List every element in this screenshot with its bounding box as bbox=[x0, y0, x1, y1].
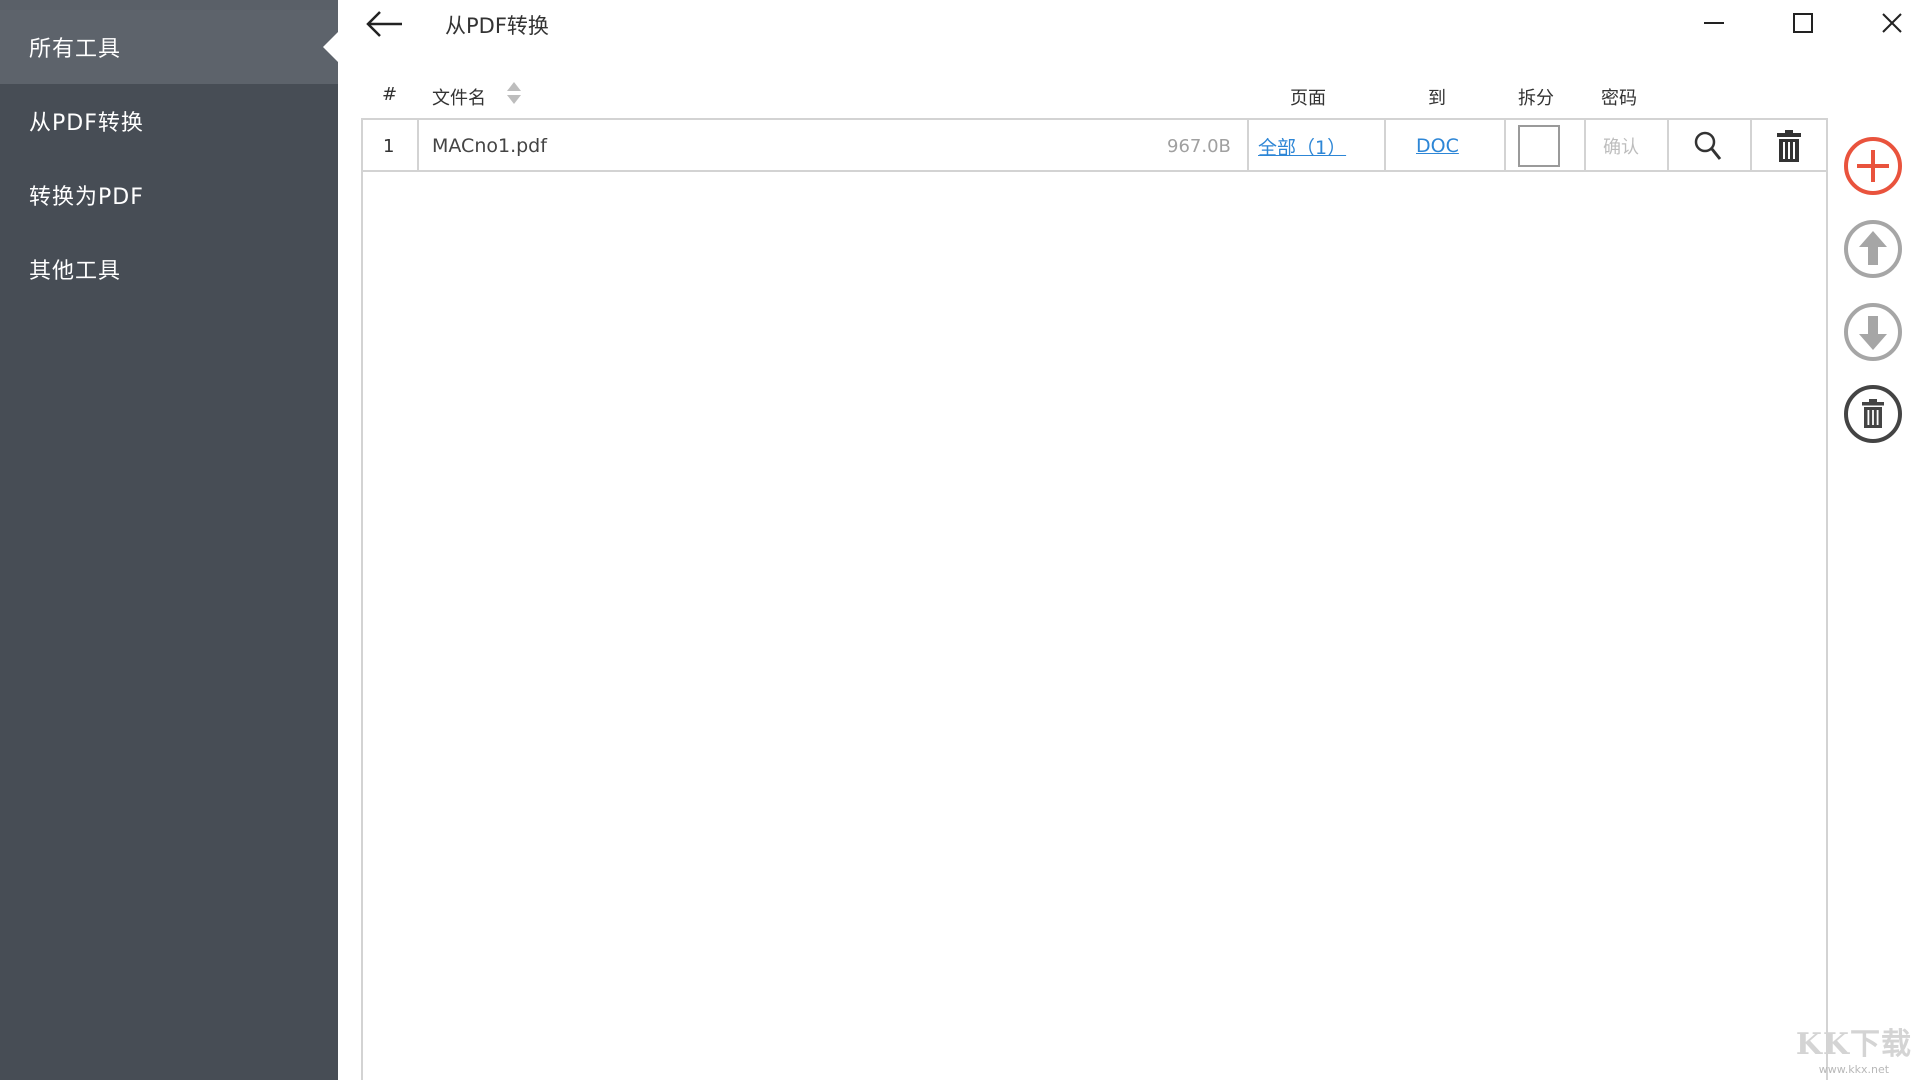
format-link[interactable]: DOC bbox=[1416, 135, 1459, 157]
column-divider bbox=[1504, 120, 1506, 172]
sidebar-item-label: 转换为PDF bbox=[29, 185, 144, 210]
pages-link[interactable]: 全部（1） bbox=[1258, 133, 1346, 160]
row-filename: MACno1.pdf bbox=[432, 135, 547, 157]
column-header-index: # bbox=[382, 84, 398, 105]
move-up-icon bbox=[1844, 220, 1902, 278]
column-divider bbox=[417, 120, 419, 172]
column-header-to: 到 bbox=[1428, 88, 1446, 109]
sidebar-item-label: 从PDF转换 bbox=[29, 111, 144, 136]
format-selector[interactable]: DOC bbox=[1416, 120, 1459, 172]
column-divider bbox=[1584, 120, 1586, 172]
password-field[interactable]: 确认 bbox=[1603, 120, 1639, 172]
add-icon bbox=[1844, 137, 1902, 195]
move-down-button[interactable] bbox=[1843, 302, 1903, 362]
split-cell[interactable] bbox=[1518, 120, 1560, 172]
column-header-split: 拆分 bbox=[1518, 88, 1554, 109]
add-file-button[interactable] bbox=[1843, 136, 1903, 196]
watermark-url: www.kkx.net bbox=[1818, 1063, 1890, 1076]
trash-icon bbox=[1777, 130, 1801, 162]
watermark: KK下载 www.kkx.net bbox=[1796, 1019, 1912, 1076]
close-button[interactable] bbox=[1862, 0, 1920, 46]
arrow-left-icon bbox=[366, 11, 402, 37]
sidebar-item-label: 所有工具 bbox=[29, 37, 122, 62]
maximize-icon bbox=[1793, 13, 1813, 33]
column-header-filename[interactable]: 文件名 bbox=[432, 84, 486, 110]
column-header-password: 密码 bbox=[1601, 88, 1637, 109]
sort-icon[interactable] bbox=[506, 80, 522, 106]
preview-button[interactable] bbox=[1693, 120, 1723, 172]
back-button[interactable] bbox=[364, 6, 406, 42]
row-index: 1 bbox=[383, 135, 395, 157]
minimize-icon bbox=[1704, 22, 1724, 24]
split-checkbox[interactable] bbox=[1518, 125, 1560, 167]
sidebar-top-strip bbox=[0, 0, 338, 10]
column-divider bbox=[1667, 120, 1669, 172]
move-up-button[interactable] bbox=[1843, 219, 1903, 279]
pages-selector[interactable]: 全部（1） bbox=[1258, 120, 1346, 172]
minimize-button[interactable] bbox=[1684, 0, 1744, 46]
sidebar-item-from-pdf[interactable]: 从PDF转换 bbox=[0, 84, 338, 158]
sidebar: 所有工具 从PDF转换 转换为PDF 其他工具 bbox=[0, 0, 338, 1080]
column-divider bbox=[1247, 120, 1249, 172]
delete-all-button[interactable] bbox=[1843, 384, 1903, 444]
sidebar-item-label: 其他工具 bbox=[29, 259, 122, 284]
close-icon bbox=[1882, 13, 1902, 33]
column-divider bbox=[1384, 120, 1386, 172]
sidebar-item-other-tools[interactable]: 其他工具 bbox=[0, 232, 338, 306]
watermark-logo: KK下载 bbox=[1795, 1027, 1912, 1062]
remove-row-button[interactable] bbox=[1776, 120, 1802, 172]
move-down-icon bbox=[1844, 303, 1902, 361]
sidebar-item-all-tools[interactable]: 所有工具 bbox=[0, 10, 338, 84]
file-table bbox=[361, 118, 1828, 1080]
sidebar-item-to-pdf[interactable]: 转换为PDF bbox=[0, 158, 338, 232]
column-divider bbox=[1750, 120, 1752, 172]
row-filesize: 967.0B bbox=[1167, 135, 1231, 157]
column-header-pages: 页面 bbox=[1290, 88, 1326, 109]
search-icon bbox=[1694, 131, 1722, 160]
delete-all-icon bbox=[1844, 385, 1902, 443]
table-row[interactable]: 1 MACno1.pdf 967.0B 全部（1） DOC 确认 bbox=[363, 120, 1826, 172]
maximize-button[interactable] bbox=[1773, 0, 1833, 46]
page-title: 从PDF转换 bbox=[445, 14, 549, 38]
